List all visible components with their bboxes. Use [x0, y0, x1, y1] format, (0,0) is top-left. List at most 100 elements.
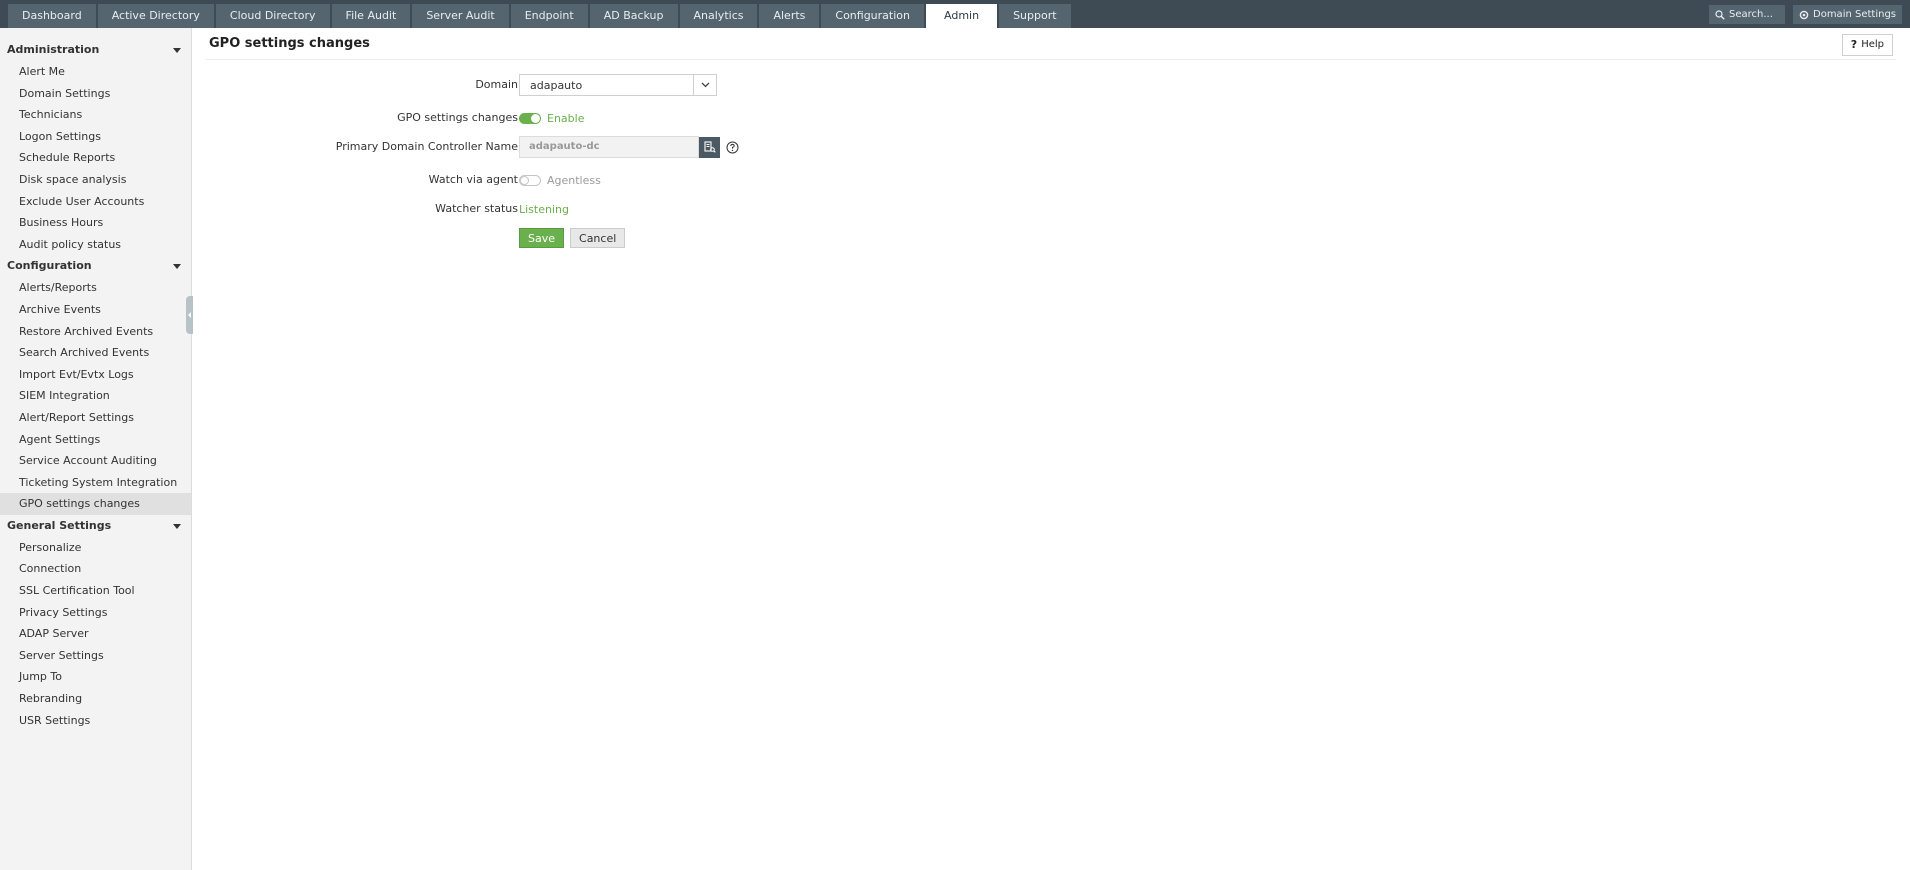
- cancel-button[interactable]: Cancel: [570, 228, 626, 248]
- sidebar-item-archive-events[interactable]: Archive Events: [0, 299, 191, 321]
- search-icon: [1715, 9, 1725, 20]
- top-right-controls: Search... Domain Settings: [1709, 5, 1902, 24]
- watch-via-agent-toggle-text: Agentless: [547, 173, 601, 187]
- form-actions-container: Save Cancel: [519, 226, 626, 250]
- help-button[interactable]: ? Help: [1841, 34, 1893, 56]
- tab-alerts[interactable]: Alerts: [759, 4, 820, 28]
- tab-configuration[interactable]: Configuration: [821, 4, 924, 28]
- sidebar-item-business-hours[interactable]: Business Hours: [0, 212, 191, 234]
- tab-admin[interactable]: Admin: [926, 4, 998, 28]
- pdc-row: Primary Domain Controller Name adapauto-…: [192, 135, 892, 159]
- tab-endpoint[interactable]: Endpoint: [510, 4, 588, 28]
- domain-settings-button[interactable]: Domain Settings: [1793, 5, 1902, 24]
- watcher-status-label: Watcher status: [435, 202, 518, 215]
- sidebar-item-disk-space-analysis[interactable]: Disk space analysis: [0, 169, 191, 191]
- tab-dashboard[interactable]: Dashboard: [8, 4, 96, 28]
- sidebar-item-agent-settings[interactable]: Agent Settings: [0, 429, 191, 451]
- tab-ad-backup[interactable]: AD Backup: [589, 4, 678, 28]
- pdc-label: Primary Domain Controller Name: [335, 140, 518, 153]
- help-circle-icon[interactable]: [726, 141, 739, 154]
- sidebar-item-adap-server[interactable]: ADAP Server: [0, 623, 191, 645]
- gpo-settings-value-container: Enable: [519, 106, 584, 130]
- global-search-input[interactable]: Search...: [1709, 5, 1785, 24]
- sidebar-section-administration[interactable]: Administration: [0, 39, 191, 61]
- watch-via-agent-value-container: Agentless: [519, 168, 601, 192]
- sidebar-item-server-settings[interactable]: Server Settings: [0, 645, 191, 667]
- help-icon: ?: [1850, 38, 1858, 51]
- gpo-settings-toggle-text: Enable: [547, 111, 585, 125]
- form-actions: Save Cancel: [192, 226, 892, 250]
- domain-value-container: adapauto: [519, 73, 717, 97]
- pdc-name-field: adapauto-dc: [519, 136, 699, 158]
- sidebar-item-usr-settings[interactable]: USR Settings: [0, 710, 191, 732]
- caret-down-icon: [173, 523, 181, 529]
- sidebar-item-import-evt-logs[interactable]: Import Evt/Evtx Logs: [0, 364, 191, 386]
- watch-via-agent-row: Watch via agent Agentless: [192, 168, 892, 192]
- sidebar-item-alert-me[interactable]: Alert Me: [0, 61, 191, 83]
- sidebar-item-siem-integration[interactable]: SIEM Integration: [0, 385, 191, 407]
- tab-support[interactable]: Support: [999, 4, 1071, 28]
- sidebar-item-ssl-certification-tool[interactable]: SSL Certification Tool: [0, 580, 191, 602]
- search-placeholder: Search...: [1729, 9, 1773, 20]
- domain-label: Domain: [475, 78, 518, 91]
- gpo-settings-row: GPO settings changes Enable: [192, 106, 892, 130]
- watch-via-agent-toggle[interactable]: [519, 174, 541, 186]
- sidebar-item-service-account-auditing[interactable]: Service Account Auditing: [0, 450, 191, 472]
- sidebar: Administration Alert Me Domain Settings …: [0, 28, 193, 870]
- help-label: Help: [1861, 39, 1884, 50]
- section-title: Configuration: [7, 259, 92, 273]
- watch-via-agent-label: Watch via agent: [428, 173, 518, 186]
- pdc-value-container: adapauto-dc: [519, 135, 739, 159]
- tab-analytics[interactable]: Analytics: [679, 4, 758, 28]
- top-navigation-bar: Dashboard Active Directory Cloud Directo…: [0, 0, 1910, 28]
- sidebar-item-schedule-reports[interactable]: Schedule Reports: [0, 147, 191, 169]
- sidebar-item-technicians[interactable]: Technicians: [0, 104, 191, 126]
- watcher-status-value-container: Listening: [519, 197, 569, 221]
- sidebar-item-exclude-user-accounts[interactable]: Exclude User Accounts: [0, 191, 191, 213]
- gpo-settings-label: GPO settings changes: [397, 111, 518, 124]
- sidebar-item-logon-settings[interactable]: Logon Settings: [0, 126, 191, 148]
- watcher-status-row: Watcher status Listening: [192, 197, 892, 221]
- sidebar-item-rebranding[interactable]: Rebranding: [0, 688, 191, 710]
- section-title: Administration: [7, 43, 100, 56]
- tab-server-audit[interactable]: Server Audit: [412, 4, 509, 28]
- domain-select[interactable]: adapauto: [519, 74, 717, 96]
- toggle-knob: [531, 113, 540, 123]
- domain-selected-value: adapauto: [530, 78, 583, 92]
- sidebar-item-alerts-reports[interactable]: Alerts/Reports: [0, 277, 191, 299]
- sidebar-item-connection[interactable]: Connection: [0, 558, 191, 580]
- caret-down-icon: [173, 48, 181, 53]
- section-title: General Settings: [7, 518, 112, 532]
- title-divider: [206, 59, 1896, 60]
- main-content: GPO settings changes ? Help Domain adapa…: [192, 28, 1910, 870]
- page-title: GPO settings changes: [209, 36, 370, 51]
- server-picker-button[interactable]: [699, 136, 720, 158]
- sidebar-item-restore-archived-events[interactable]: Restore Archived Events: [0, 321, 191, 343]
- sidebar-item-search-archived-events[interactable]: Search Archived Events: [0, 342, 191, 364]
- tab-cloud-directory[interactable]: Cloud Directory: [215, 4, 330, 28]
- tab-active-directory[interactable]: Active Directory: [97, 4, 214, 28]
- server-picker-icon: [703, 141, 716, 153]
- watcher-status-value: Listening: [519, 202, 569, 216]
- chevron-down-icon: [701, 82, 709, 88]
- sidebar-item-ticketing-system-integration[interactable]: Ticketing System Integration: [0, 472, 191, 494]
- tab-file-audit[interactable]: File Audit: [331, 4, 411, 28]
- sidebar-item-personalize[interactable]: Personalize: [0, 537, 191, 559]
- gear-icon: [1799, 10, 1809, 19]
- main-tabs: Dashboard Active Directory Cloud Directo…: [8, 4, 1071, 28]
- sidebar-item-jump-to[interactable]: Jump To: [0, 666, 191, 688]
- sidebar-section-configuration[interactable]: Configuration: [0, 255, 191, 277]
- sidebar-item-domain-settings[interactable]: Domain Settings: [0, 83, 191, 105]
- toggle-knob: [520, 175, 529, 185]
- sidebar-item-audit-policy-status[interactable]: Audit policy status: [0, 234, 191, 256]
- sidebar-item-alert-report-settings[interactable]: Alert/Report Settings: [0, 407, 191, 429]
- gpo-settings-toggle[interactable]: [519, 112, 541, 124]
- domain-settings-label: Domain Settings: [1813, 9, 1896, 20]
- save-button[interactable]: Save: [519, 228, 565, 248]
- caret-down-icon: [173, 264, 181, 270]
- sidebar-section-general-settings[interactable]: General Settings: [0, 515, 191, 537]
- dropdown-toggle[interactable]: [693, 75, 716, 95]
- domain-row: Domain adapauto: [192, 73, 892, 97]
- sidebar-item-privacy-settings[interactable]: Privacy Settings: [0, 602, 191, 624]
- sidebar-item-gpo-settings-changes[interactable]: GPO settings changes: [0, 493, 191, 515]
